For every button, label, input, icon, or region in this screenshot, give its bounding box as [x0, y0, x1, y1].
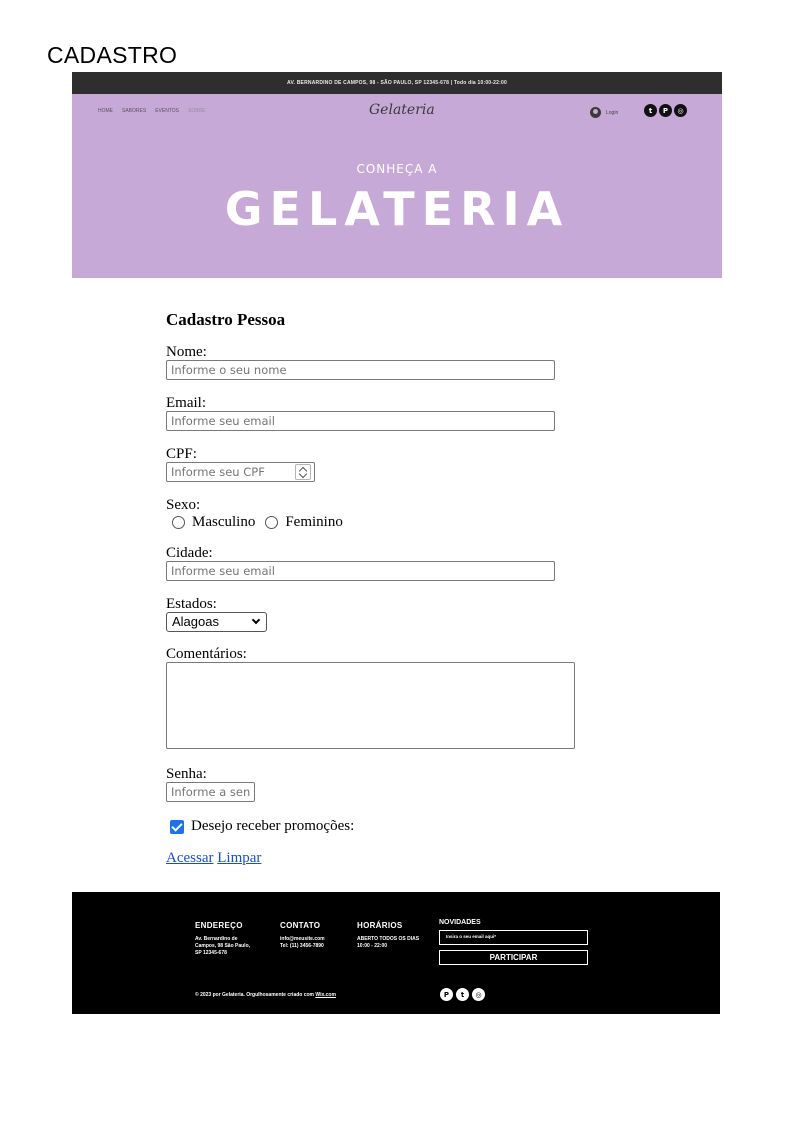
- estados-select[interactable]: Alagoas: [166, 612, 267, 632]
- cpf-label: CPF:: [166, 446, 197, 462]
- site-banner: AV. BERNARDINO DE CAMPOS, 98 - SÃO PAULO…: [72, 72, 722, 278]
- senha-input[interactable]: Informe a sen: [166, 782, 255, 802]
- promocoes-row: Desejo receber promoções:: [166, 818, 586, 835]
- promocoes-label: Desejo receber promoções:: [191, 818, 355, 834]
- footer-horarios-line: 10:00 - 22:00: [357, 943, 388, 949]
- twitter-icon[interactable]: t: [644, 104, 657, 117]
- site-nav-row: HOME SABORES EVENTOS SOBRE Gelateria Log…: [72, 102, 722, 126]
- footer-copyright: © 2023 por Gelateria. Orgulhosamente cri…: [195, 992, 336, 998]
- footer-novidades-title: NOVIDADES: [439, 919, 481, 926]
- footer-contato-email[interactable]: info@meusite.com: [280, 936, 325, 943]
- cpf-number-input[interactable]: Informe seu CPF: [166, 462, 315, 482]
- twitter-icon[interactable]: t: [456, 988, 469, 1001]
- footer-social-links: P t ◎: [440, 988, 485, 1001]
- chevron-down-icon: [251, 615, 261, 625]
- nav-item-sobre[interactable]: SOBRE: [188, 108, 206, 114]
- footer-contato-phone: Tel: (11) 3456-7890: [280, 943, 324, 949]
- spinner-arrows-icon[interactable]: [295, 464, 311, 480]
- page-title: CADASTRO: [47, 42, 178, 68]
- site-nav: HOME SABORES EVENTOS SOBRE: [98, 108, 206, 114]
- instagram-icon[interactable]: ◎: [674, 104, 687, 117]
- footer-endereco-title: ENDEREÇO: [195, 921, 243, 930]
- cidade-input[interactable]: Informe seu email: [166, 561, 555, 581]
- nome-input[interactable]: Informe o seu nome: [166, 360, 555, 380]
- comentarios-label: Comentários:: [166, 646, 247, 662]
- radio-feminino[interactable]: [265, 516, 279, 529]
- cpf-placeholder: Informe seu CPF: [171, 465, 265, 479]
- site-footer: ENDEREÇO Av. Bernardino de Campos, 98 Sã…: [72, 892, 720, 1014]
- footer-endereco: ENDEREÇO Av. Bernardino de Campos, 98 Sã…: [195, 921, 250, 957]
- nome-label: Nome:: [166, 344, 207, 360]
- footer-contato-title: CONTATO: [280, 921, 321, 930]
- footer-horarios: HORÁRIOS ABERTO TODOS OS DIAS 10:00 - 22…: [357, 921, 419, 950]
- login-label: Login: [606, 109, 619, 116]
- cidade-label: Cidade:: [166, 545, 213, 561]
- footer-endereco-line: SP 12345-678: [195, 950, 227, 956]
- hero-subtitle: CONHEÇA A: [356, 162, 438, 176]
- email-input[interactable]: Informe seu email: [166, 411, 555, 431]
- radio-masculino[interactable]: [172, 516, 185, 529]
- nav-item-sabores[interactable]: SABORES: [122, 108, 146, 114]
- header-social-links: t P ◎: [644, 104, 687, 117]
- acessar-link[interactable]: Acessar: [166, 850, 213, 866]
- site-logo: Gelateria: [369, 102, 435, 118]
- footer-contato: CONTATO info@meusite.com Tel: (11) 3456-…: [280, 921, 325, 950]
- limpar-link[interactable]: Limpar: [217, 850, 261, 866]
- sexo-radio-group: Masculino Feminino: [166, 514, 586, 531]
- form-heading: Cadastro Pessoa: [166, 310, 286, 329]
- sexo-label: Sexo:: [166, 497, 201, 513]
- estados-selected-value: Alagoas: [172, 614, 219, 629]
- radio-feminino-label: Feminino: [285, 514, 343, 530]
- estados-label: Estados:: [166, 596, 217, 612]
- login-link[interactable]: Login: [590, 107, 618, 118]
- instagram-icon[interactable]: ◎: [472, 988, 485, 1001]
- comentarios-textarea[interactable]: [166, 662, 575, 749]
- pinterest-icon[interactable]: P: [440, 988, 453, 1001]
- nav-item-eventos[interactable]: EVENTOS: [155, 108, 179, 114]
- senha-label: Senha:: [166, 766, 207, 782]
- email-label: Email:: [166, 395, 206, 411]
- wix-link[interactable]: Wix.com: [315, 992, 336, 998]
- promocoes-checkbox[interactable]: [170, 819, 184, 834]
- participar-button[interactable]: PARTICIPAR: [439, 950, 588, 965]
- form-links: Acessar Limpar: [166, 850, 586, 867]
- footer-novidades: NOVIDADES Insira o seu email aqui* PARTI…: [439, 919, 588, 965]
- radio-masculino-label: Masculino: [192, 514, 256, 530]
- footer-endereco-line: Av. Bernardino de: [195, 936, 238, 942]
- footer-horarios-line: ABERTO TODOS OS DIAS: [357, 936, 420, 942]
- copyright-text: © 2023 por Gelateria. Orgulhosamente cri…: [195, 992, 316, 998]
- newsletter-email-input[interactable]: Insira o seu email aqui*: [439, 930, 588, 945]
- nav-item-home[interactable]: HOME: [98, 108, 113, 114]
- user-icon: [590, 107, 601, 118]
- footer-endereco-line: Campos, 98 São Paulo,: [195, 943, 251, 949]
- cadastro-form: Cadastro Pessoa Nome: Informe o seu nome…: [166, 310, 586, 867]
- hero-title: GELATERIA: [224, 182, 570, 236]
- topbar-address: AV. BERNARDINO DE CAMPOS, 98 - SÃO PAULO…: [72, 72, 722, 94]
- pinterest-icon[interactable]: P: [659, 104, 672, 117]
- footer-horarios-title: HORÁRIOS: [357, 921, 403, 930]
